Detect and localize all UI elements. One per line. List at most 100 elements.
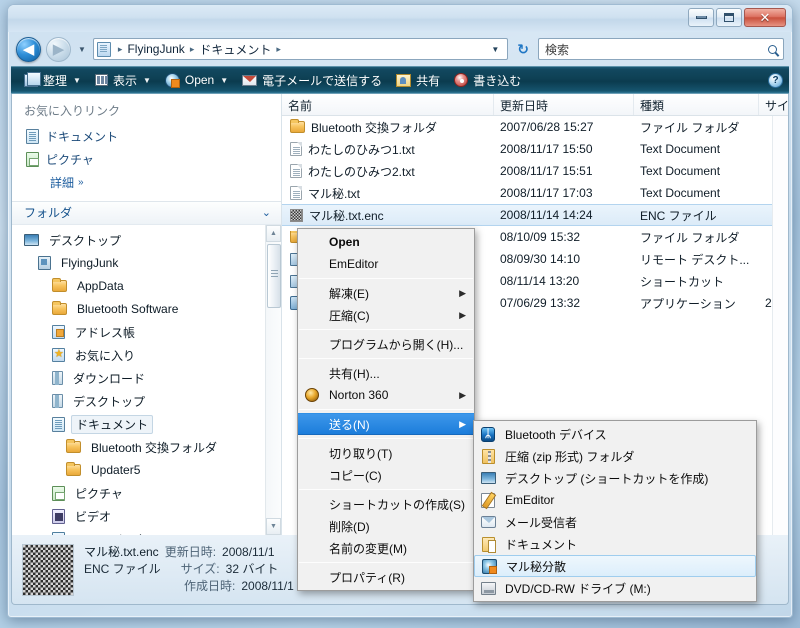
views-button[interactable]: 表示 ▼ (88, 69, 158, 92)
favorite-links-title: お気に入りリンク (24, 104, 121, 118)
tree-item-bluetooth-交換フォルダ[interactable]: Bluetooth 交換フォルダ (12, 436, 281, 459)
send-to-item[interactable]: マル秘分散 (474, 555, 756, 577)
send-to-item-label: DVD/CD-RW ドライブ (M:) (505, 581, 651, 596)
column-header-type[interactable]: 種類 (634, 94, 759, 115)
favorite-links-more-button[interactable]: 詳細 » (12, 171, 281, 193)
help-button[interactable]: ? (768, 72, 783, 88)
title-bar[interactable]: ✕ (8, 5, 792, 32)
breadcrumb-separator-icon[interactable]: ▸ (272, 44, 285, 55)
organize-label: 整理 (43, 73, 68, 88)
history-dropdown-button[interactable]: ▼ (76, 45, 88, 54)
back-button[interactable]: ◀ (16, 36, 41, 62)
share-button[interactable]: 共有 (389, 69, 447, 92)
file-name-cell: わたしのひみつ2.txt (282, 163, 494, 180)
folders-header[interactable]: フォルダ ⌄ (12, 201, 281, 225)
open-button[interactable]: Open ▼ (158, 70, 235, 91)
favorite-link-documents[interactable]: ドキュメント (12, 125, 281, 148)
context-menu-item-label: 削除(D) (329, 519, 370, 534)
table-row[interactable]: わたしのひみつ1.txt 2008/11/17 15:50 Text Documen… (282, 138, 788, 160)
context-menu-item[interactable]: 圧縮(C) ▶ (298, 304, 474, 326)
tree-item-bluetooth-software[interactable]: Bluetooth Software (12, 298, 281, 321)
tree-item-アドレス帳[interactable]: アドレス帳 (12, 321, 281, 344)
tree-item-ピクチャ[interactable]: ピクチャ (12, 482, 281, 505)
column-header-date[interactable]: 更新日時 (494, 94, 634, 115)
minimize-icon (695, 16, 707, 19)
tree-item-ダウンロード[interactable]: ダウンロード (12, 367, 281, 390)
tree-item-label: ビデオ (75, 509, 112, 524)
send-to-item[interactable]: DVD/CD-RW ドライブ (M:) (474, 577, 756, 599)
context-menu-item[interactable]: プログラムから開く(H)... (298, 333, 474, 355)
table-row[interactable]: わたしのひみつ2.txt 2008/11/17 15:51 Text Documen… (282, 160, 788, 182)
organize-button[interactable]: 整理 ▼ (17, 69, 88, 92)
context-menu-item[interactable]: Open (298, 231, 474, 253)
tree-item-label: ミュージック (71, 531, 151, 535)
context-menu-item[interactable]: 送る(N) ▶ (298, 413, 474, 435)
table-row[interactable]: マル秘.txt.enc2008/11/14 14:24ENC ファイル1 (282, 204, 788, 226)
search-input[interactable]: 検索 (545, 41, 768, 58)
send-to-item[interactable]: ドキュメント (474, 533, 756, 555)
breadcrumb-flyingjunk[interactable]: FlyingJunk (126, 42, 185, 56)
refresh-button[interactable]: ↻ (513, 41, 533, 58)
context-menu-item[interactable]: 切り取り(T) (298, 442, 474, 464)
tree-item-お気に入り[interactable]: お気に入り (12, 344, 281, 367)
tree-item-appdata[interactable]: AppData (12, 275, 281, 298)
context-menu-item[interactable]: Norton 360 ▶ (298, 384, 474, 406)
tree-item-label: ドキュメント (71, 414, 154, 434)
send-to-item[interactable]: ᛦ Bluetooth デバイス (474, 423, 756, 445)
tree-item-ミュージック[interactable]: ミュージック (12, 528, 281, 536)
breadcrumb-separator-icon[interactable]: ▸ (186, 44, 199, 55)
tree-item-デスクトップ[interactable]: デスクトップ (12, 229, 281, 252)
context-menu-item[interactable]: 共有(H)... (298, 362, 474, 384)
breadcrumb-documents[interactable]: ドキュメント (198, 41, 272, 58)
send-to-submenu[interactable]: ᛦ Bluetooth デバイス 圧縮 (zip 形式) フォルダ デスクトップ (シ… (473, 420, 757, 602)
column-header-size[interactable]: サイズ (759, 94, 788, 115)
tree-item-flyingjunk[interactable]: FlyingJunk (12, 252, 281, 275)
views-icon (94, 74, 108, 86)
file-date-cell: 2008/11/17 15:51 (500, 164, 593, 178)
context-menu-item[interactable]: ショートカットの作成(S) (298, 493, 474, 515)
address-bar[interactable]: ▸ FlyingJunk ▸ ドキュメント ▸ ▼ (92, 38, 509, 60)
maximize-button[interactable] (716, 8, 742, 27)
tree-item-ビデオ[interactable]: ビデオ (12, 505, 281, 528)
forward-button[interactable]: ▶ (46, 36, 71, 62)
file-list-scrollbar[interactable] (772, 116, 788, 535)
context-menu-item[interactable]: EmEditor (298, 253, 474, 275)
nav-pane-scrollbar[interactable]: ▲ ▼ (265, 224, 281, 536)
email-button[interactable]: 電子メールで送信する (235, 69, 389, 92)
send-to-item[interactable]: EmEditor (474, 489, 756, 511)
context-menu[interactable]: Open EmEditor 解凍(E) ▶ 圧縮(C) ▶ プログラムから開く(H)... 共… (297, 228, 475, 591)
scrollbar-thumb[interactable] (267, 243, 281, 308)
file-type-cell: ファイル フォルダ (640, 120, 740, 135)
folders-title: フォルダ (24, 206, 73, 221)
context-menu-item[interactable]: プロパティ(R) (298, 566, 474, 588)
folder-icon (66, 439, 81, 454)
send-to-item[interactable]: 圧縮 (zip 形式) フォルダ (474, 445, 756, 467)
chevron-down-icon: ▼ (220, 75, 229, 85)
tree-item-updater5[interactable]: Updater5 (12, 459, 281, 482)
context-menu-item[interactable]: 解凍(E) ▶ (298, 282, 474, 304)
tree-item-ドキュメント[interactable]: ドキュメント (12, 413, 281, 436)
send-to-item[interactable]: デスクトップ (ショートカットを作成) (474, 467, 756, 489)
table-row[interactable]: Bluetooth 交換フォルダ 2007/06/28 15:27 ファイル フォル… (282, 116, 788, 138)
context-menu-item[interactable]: 削除(D) (298, 515, 474, 537)
favorites-icon (52, 347, 65, 363)
menu-separator (299, 358, 473, 359)
close-button[interactable]: ✕ (744, 8, 786, 27)
send-to-item[interactable]: メール受信者 (474, 511, 756, 533)
tree-item-デスクトップ[interactable]: デスクトップ (12, 390, 281, 413)
context-menu-item[interactable]: コピー(C) (298, 464, 474, 486)
table-row[interactable]: マル秘.txt2008/11/17 17:03Text Document1 (282, 182, 788, 204)
search-box[interactable]: 検索 (538, 38, 784, 60)
scroll-down-button[interactable]: ▼ (266, 518, 281, 536)
caption-buttons: ✕ (688, 8, 786, 27)
favorite-link-pictures[interactable]: ピクチャ (12, 148, 281, 171)
scroll-up-button[interactable]: ▲ (266, 224, 281, 242)
minimize-button[interactable] (688, 8, 714, 27)
desktop-icon (480, 472, 496, 484)
column-header-name[interactable]: 名前 (282, 94, 494, 115)
context-menu-item[interactable]: 名前の変更(M) (298, 537, 474, 559)
send-to-item-label: メール受信者 (505, 515, 578, 530)
address-dropdown-icon[interactable]: ▼ (485, 45, 505, 54)
burn-button[interactable]: 書き込む (447, 69, 528, 92)
context-menu-item-label: 圧縮(C) (329, 308, 370, 323)
